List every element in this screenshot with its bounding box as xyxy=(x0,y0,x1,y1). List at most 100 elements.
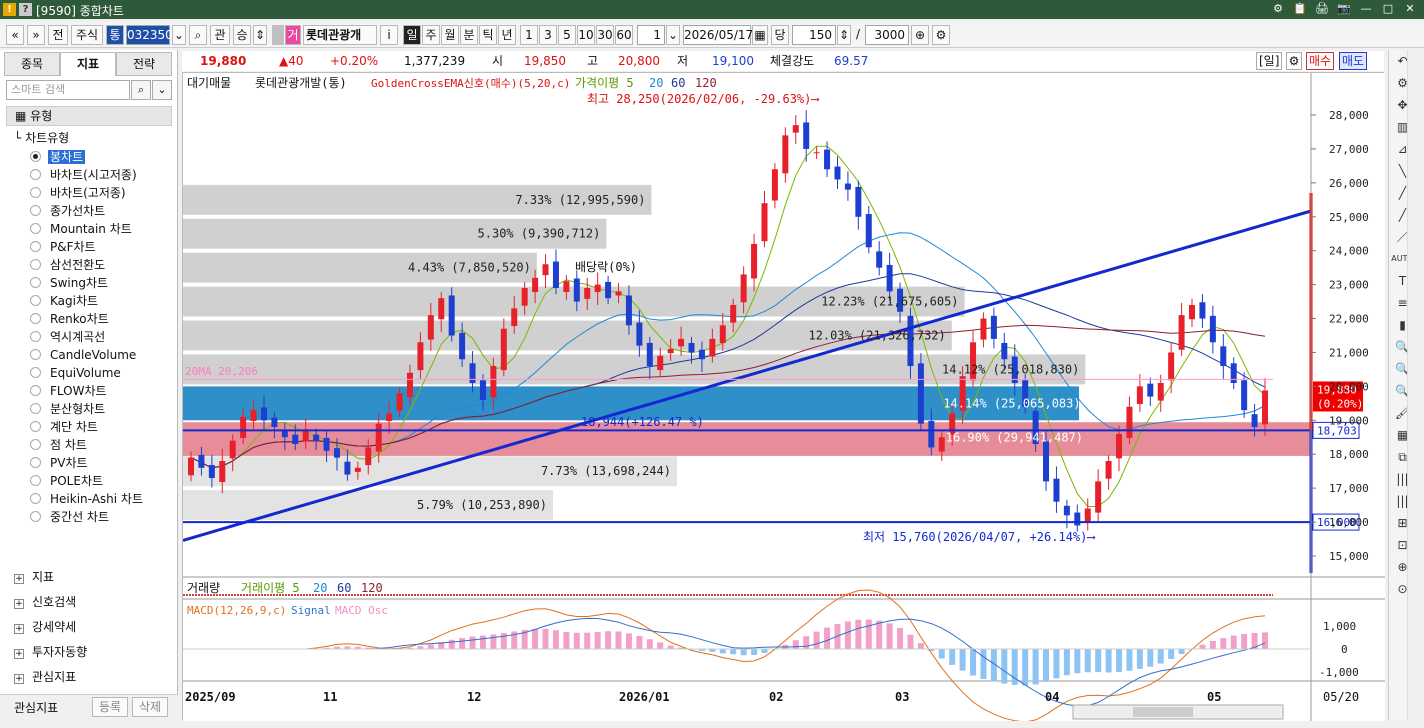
chart-type-item[interactable]: 삼선전환도 xyxy=(30,256,107,274)
section-investor[interactable]: + 투자자동향 xyxy=(14,642,87,662)
chart-area[interactable]: 19,880 (0.20%) 18,703 16,000 7.33% (12,995,… xyxy=(182,72,1385,723)
section-favorite[interactable]: + 관심지표 xyxy=(14,667,76,687)
market-select[interactable]: 주식 xyxy=(71,25,103,45)
radio-icon[interactable] xyxy=(30,205,41,216)
chart-type-item[interactable]: FLOW차트 xyxy=(30,382,109,400)
radio-icon[interactable] xyxy=(30,475,41,486)
radio-icon[interactable] xyxy=(30,349,41,360)
period-year[interactable]: 년 xyxy=(498,25,516,45)
smart-search-input[interactable]: 스마트 검색 xyxy=(6,80,130,100)
total-input[interactable]: 3000 xyxy=(865,25,909,45)
count-1[interactable]: 1 xyxy=(520,25,538,45)
scroll-thumb[interactable] xyxy=(1133,707,1193,717)
calendar-icon[interactable]: ▦ xyxy=(752,25,768,45)
period-day[interactable]: 일 xyxy=(403,25,421,45)
chart-type-item[interactable]: Swing차트 xyxy=(30,274,110,292)
maximize-button[interactable]: □ xyxy=(1380,1,1396,17)
chart-type-item[interactable]: 계단 차트 xyxy=(30,418,100,436)
section-strength[interactable]: + 강세약세 xyxy=(14,617,76,637)
radio-icon[interactable] xyxy=(30,493,41,504)
chart-type-item[interactable]: 바차트(시고저종) xyxy=(30,166,139,184)
tab-indicator[interactable]: 지표 xyxy=(60,52,116,76)
seung-button[interactable]: 승 xyxy=(233,25,251,45)
chart-type-item[interactable]: 바차트(고저종) xyxy=(30,184,128,202)
info-button[interactable]: i xyxy=(380,25,398,45)
chart-type-item[interactable]: EquiVolume xyxy=(30,364,123,382)
period-week[interactable]: 주 xyxy=(422,25,440,45)
chart-type-item[interactable]: 중간선 차트 xyxy=(30,508,111,526)
settings-icon[interactable]: ⚙ xyxy=(1270,1,1286,17)
buy-button[interactable]: 매수 xyxy=(1306,52,1335,70)
radio-icon[interactable] xyxy=(30,511,41,522)
radio-icon[interactable] xyxy=(30,439,41,450)
jeon-button[interactable]: 전 xyxy=(48,25,68,45)
chart-type-item[interactable]: CandleVolume xyxy=(30,346,138,364)
radio-icon[interactable] xyxy=(30,259,41,270)
chart-svg[interactable]: 19,880(0.20%)18,70316,000 7.33% (12,995,… xyxy=(182,73,1385,723)
code-dropdown-icon[interactable]: ⌄ xyxy=(172,25,186,45)
radio-icon[interactable] xyxy=(30,241,41,252)
gwan-button[interactable]: 관 xyxy=(210,25,230,45)
delete-button[interactable]: 삭제 xyxy=(132,697,168,717)
section-indicator[interactable]: + 지표 xyxy=(14,567,54,587)
radio-icon[interactable] xyxy=(30,295,41,306)
radio-icon[interactable] xyxy=(30,223,41,234)
chart-type-item[interactable]: P&F차트 xyxy=(30,238,98,256)
radio-icon[interactable] xyxy=(30,367,41,378)
minimize-button[interactable]: — xyxy=(1358,1,1374,17)
chart-type-item[interactable]: PV차트 xyxy=(30,454,90,472)
radio-icon[interactable] xyxy=(30,385,41,396)
period-tick[interactable]: 틱 xyxy=(479,25,497,45)
radio-icon[interactable] xyxy=(30,331,41,342)
radio-icon[interactable] xyxy=(30,457,41,468)
tab-strategy[interactable]: 전략 xyxy=(116,52,172,76)
chart-type-item[interactable]: Mountain 차트 xyxy=(30,220,134,238)
chart-type-item[interactable]: 분산형차트 xyxy=(30,400,107,418)
tab-stock[interactable]: 종목 xyxy=(4,52,60,76)
register-button[interactable]: 등록 xyxy=(92,697,128,717)
search-icon[interactable]: ⌕ xyxy=(189,25,207,45)
period-month[interactable]: 월 xyxy=(441,25,459,45)
vertical-scrollbar[interactable] xyxy=(1407,50,1421,720)
next-button[interactable]: » xyxy=(27,25,45,45)
radio-icon[interactable] xyxy=(30,169,41,180)
dang-button[interactable]: 당 xyxy=(771,25,789,45)
radio-icon[interactable] xyxy=(30,421,41,432)
clipboard-icon[interactable]: 📋 xyxy=(1292,1,1308,17)
unit-dropdown-icon[interactable]: ⌄ xyxy=(666,25,680,45)
date-input[interactable]: 2026/05/17 xyxy=(683,25,753,45)
stock-code-input[interactable]: 032350 xyxy=(126,25,173,45)
radio-icon[interactable] xyxy=(30,403,41,414)
radio-icon[interactable] xyxy=(30,187,41,198)
count-60[interactable]: 60 xyxy=(615,25,633,45)
radio-icon[interactable] xyxy=(30,313,41,324)
chart-type-item[interactable]: Kagi차트 xyxy=(30,292,100,310)
count-10[interactable]: 10 xyxy=(577,25,595,45)
chart-type-item[interactable]: 역시계곡선 xyxy=(30,328,107,346)
chart-type-item[interactable]: Heikin-Ashi 차트 xyxy=(30,490,145,508)
chart-type-item[interactable]: Renko차트 xyxy=(30,310,111,328)
radio-icon[interactable] xyxy=(30,277,41,288)
tong-button[interactable]: 통 xyxy=(106,25,124,45)
chart-type-item[interactable]: 종가선차트 xyxy=(30,202,107,220)
chart-type-item[interactable]: 점 차트 xyxy=(30,436,89,454)
radio-icon[interactable] xyxy=(30,151,41,162)
gear-icon[interactable]: ⚙ xyxy=(1286,52,1302,70)
group-header[interactable]: ▦ 유형 xyxy=(6,106,172,126)
close-button[interactable]: ✕ xyxy=(1402,1,1418,17)
prev-button[interactable]: « xyxy=(6,25,24,45)
count-5[interactable]: 5 xyxy=(558,25,576,45)
count-3[interactable]: 3 xyxy=(539,25,557,45)
stepper-icon[interactable]: ⇕ xyxy=(253,25,267,45)
chevron-down-icon[interactable]: ⌄ xyxy=(152,80,172,100)
period-indicator[interactable]: [일] xyxy=(1256,52,1283,70)
bars-input[interactable]: 150 xyxy=(792,25,836,45)
camera-icon[interactable]: 📷 xyxy=(1336,1,1352,17)
gear-icon[interactable]: ⚙ xyxy=(932,25,950,45)
help-icon[interactable]: ? xyxy=(19,3,32,16)
tree-root[interactable]: └ 차트유형 xyxy=(14,129,69,147)
zoom-icon[interactable]: ⊕ xyxy=(911,25,929,45)
section-signal[interactable]: + 신호검색 xyxy=(14,592,76,612)
period-minute[interactable]: 분 xyxy=(460,25,478,45)
chart-type-item[interactable]: 봉차트 xyxy=(30,148,86,166)
